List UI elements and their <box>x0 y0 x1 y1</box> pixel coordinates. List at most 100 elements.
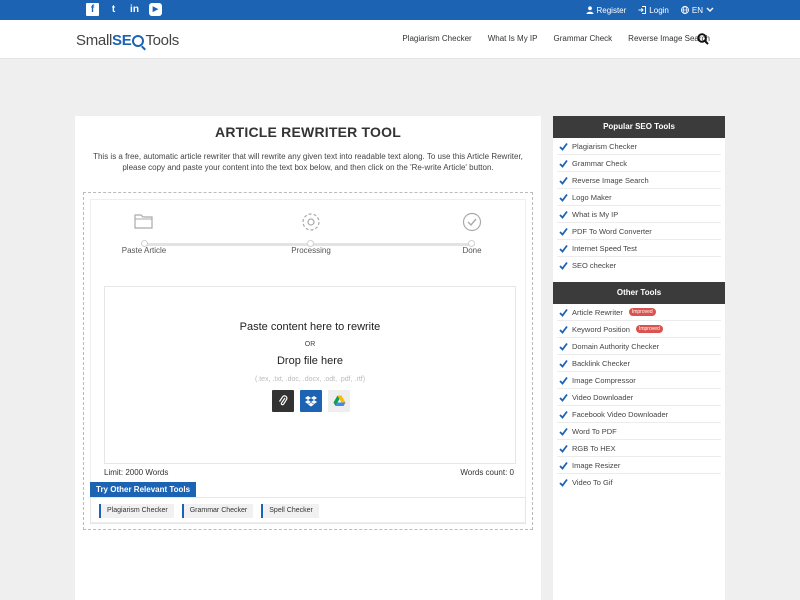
page-description: This is a free, automatic article rewrit… <box>93 152 523 172</box>
list-item[interactable]: Video Downloader <box>557 389 721 406</box>
user-icon <box>586 6 593 14</box>
tool-label: Internet Speed Test <box>572 243 637 253</box>
facebook-icon[interactable]: f <box>86 3 99 16</box>
language-label: EN <box>691 5 703 15</box>
checkmark-icon <box>559 478 568 487</box>
tool-label: Word To PDF <box>572 426 617 436</box>
tool-label: Reverse Image Search <box>572 175 649 185</box>
try-other-tools-label: Try Other Relevant Tools <box>90 482 197 497</box>
gear-refresh-icon <box>302 213 320 231</box>
main-nav: Plagiarism Checker What Is My IP Grammar… <box>402 34 710 43</box>
top-bar: f t in ▶ Register Login EN <box>0 0 800 20</box>
paste-prompt: Paste content here to rewrite <box>239 321 381 333</box>
nav-what-is-my-ip[interactable]: What Is My IP <box>488 34 538 43</box>
progress-steps: Paste Article Processing Done <box>91 200 527 270</box>
logo-text-seo: SE <box>112 32 132 49</box>
content-drop-area[interactable]: Paste content here to rewrite OR Drop fi… <box>104 286 516 464</box>
nav-plagiarism-checker[interactable]: Plagiarism Checker <box>402 34 471 43</box>
tool-label: Image Resizer <box>572 460 621 470</box>
related-tools-list: Plagiarism Checker Grammar Checker Spell… <box>99 504 319 518</box>
tool-label: Logo Maker <box>572 192 612 202</box>
register-link[interactable]: Register <box>586 5 627 15</box>
list-item[interactable]: What is My IP <box>557 206 721 223</box>
step-processing: Processing <box>271 212 351 255</box>
list-item[interactable]: Internet Speed Test <box>557 240 721 257</box>
other-tools-list: Article Rewriter Improved Keyword Positio… <box>553 304 725 491</box>
checkmark-icon <box>559 159 568 168</box>
login-icon <box>638 6 647 14</box>
step-paste-article: Paste Article <box>104 212 184 255</box>
popular-tools-list: Plagiarism Checker Grammar Check Reverse… <box>553 138 725 274</box>
list-item[interactable]: Plagiarism Checker <box>557 138 721 155</box>
account-links: Register Login EN <box>586 0 715 20</box>
dropbox-icon <box>305 396 317 407</box>
step-label: Processing <box>291 246 331 255</box>
other-tools-heading: Other Tools <box>553 282 725 304</box>
youtube-icon[interactable]: ▶ <box>149 3 162 16</box>
rewriter-panel: ARTICLE REWRITER TOOL This is a free, au… <box>75 116 541 600</box>
improved-badge: Improved <box>635 325 663 333</box>
allowed-extensions: (.tex, .txt, .doc, .docx, .odt, .pdf, .r… <box>254 376 366 383</box>
related-tool-spell-checker[interactable]: Spell Checker <box>261 504 319 518</box>
checkmark-icon <box>559 342 568 351</box>
related-tools-box: Plagiarism Checker Grammar Checker Spell… <box>90 497 526 524</box>
tool-label: Video Downloader <box>572 392 634 402</box>
google-drive-icon <box>333 395 345 406</box>
twitter-icon[interactable]: t <box>107 3 120 16</box>
checkmark-icon <box>559 210 568 219</box>
nav-grammar-check[interactable]: Grammar Check <box>553 34 612 43</box>
list-item[interactable]: Keyword Position Improved <box>557 321 721 338</box>
or-separator: OR <box>304 341 316 348</box>
drop-prompt: Drop file here <box>276 355 344 367</box>
linkedin-icon[interactable]: in <box>128 3 141 16</box>
checkmark-icon <box>559 461 568 470</box>
list-item[interactable]: Reverse Image Search <box>557 172 721 189</box>
rewriter-box: Paste Article Processing Done Paste cont… <box>83 192 533 530</box>
globe-icon <box>680 6 689 14</box>
check-circle-icon <box>462 212 482 232</box>
list-item[interactable]: Logo Maker <box>557 189 721 206</box>
word-limit: Limit: 2000 Words <box>104 468 169 477</box>
folder-icon <box>134 214 153 229</box>
list-item[interactable]: SEO checker <box>557 257 721 274</box>
checkmark-icon <box>559 427 568 436</box>
upload-link-button[interactable] <box>272 390 294 412</box>
magnifier-logo-icon <box>132 34 145 47</box>
step-done: Done <box>432 212 512 255</box>
checkmark-icon <box>559 193 568 202</box>
sidebar: Popular SEO Tools Plagiarism Checker Gra… <box>553 116 725 600</box>
search-icon[interactable] <box>697 33 709 45</box>
related-tool-grammar-checker[interactable]: Grammar Checker <box>181 504 254 518</box>
list-item[interactable]: RGB To HEX <box>557 440 721 457</box>
list-item[interactable]: Image Compressor <box>557 372 721 389</box>
login-link[interactable]: Login <box>638 6 669 15</box>
tool-label: Grammar Check <box>572 158 628 168</box>
list-item[interactable]: Word To PDF <box>557 423 721 440</box>
list-item[interactable]: Domain Authority Checker <box>557 338 721 355</box>
checkmark-icon <box>559 325 568 334</box>
google-drive-button[interactable] <box>328 390 350 412</box>
upload-buttons <box>272 390 350 412</box>
related-tool-plagiarism-checker[interactable]: Plagiarism Checker <box>99 504 174 518</box>
list-item[interactable]: Grammar Check <box>557 155 721 172</box>
word-count: Words count: 0 <box>460 468 514 477</box>
list-item[interactable]: Video To Gif <box>557 474 721 491</box>
dropbox-button[interactable] <box>300 390 322 412</box>
list-item[interactable]: PDF To Word Converter <box>557 223 721 240</box>
list-item[interactable]: Backlink Checker <box>557 355 721 372</box>
list-item[interactable]: Article Rewriter Improved <box>557 304 721 321</box>
checkmark-icon <box>559 444 568 453</box>
tool-label: Facebook Video Downloader <box>572 409 669 419</box>
checkmark-icon <box>559 393 568 402</box>
tool-label: Image Compressor <box>572 375 636 385</box>
site-logo[interactable]: Small SE Tools <box>76 32 179 49</box>
checkmark-icon <box>559 376 568 385</box>
step-label: Done <box>462 246 482 255</box>
language-selector[interactable]: EN <box>680 5 714 15</box>
list-item[interactable]: Image Resizer <box>557 457 721 474</box>
tool-label: RGB To HEX <box>572 443 616 453</box>
list-item[interactable]: Facebook Video Downloader <box>557 406 721 423</box>
register-label: Register <box>596 5 627 15</box>
checkmark-icon <box>559 261 568 270</box>
paperclip-icon <box>278 395 288 406</box>
